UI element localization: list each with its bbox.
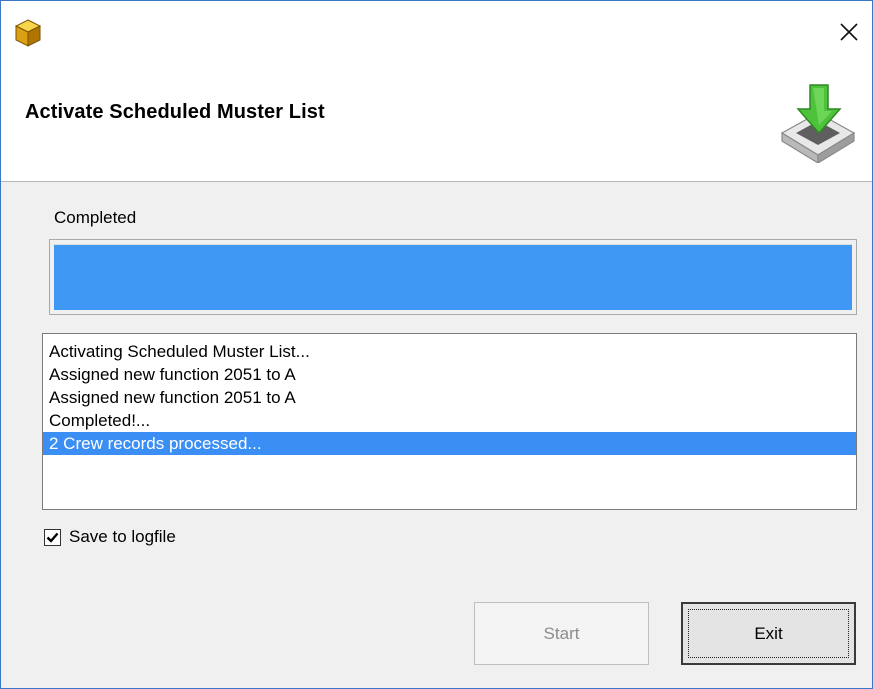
list-item[interactable]: Assigned new function 2051 to A — [43, 386, 856, 409]
list-item[interactable]: 2 Crew records processed... — [43, 432, 856, 455]
page-title: Activate Scheduled Muster List — [25, 101, 325, 123]
log-listbox[interactable]: Activating Scheduled Muster List... Assig… — [42, 333, 857, 510]
close-button[interactable] — [826, 9, 872, 55]
save-logfile-checkbox[interactable] — [44, 528, 61, 546]
status-label: Completed — [54, 208, 137, 227]
save-logfile-label: Save to logfile — [69, 527, 176, 546]
progress-bar — [49, 239, 857, 315]
save-logfile-option[interactable]: Save to logfile — [44, 525, 176, 549]
gold-cube-icon — [15, 19, 41, 47]
dialog-window: Activate Scheduled Muster List Completed… — [0, 0, 873, 689]
close-icon — [840, 23, 858, 41]
list-item[interactable]: Assigned new function 2051 to A — [43, 363, 856, 386]
checkmark-icon — [46, 532, 59, 543]
title-bar[interactable] — [1, 1, 872, 63]
download-to-tray-icon — [780, 84, 856, 163]
list-item[interactable]: Activating Scheduled Muster List... — [43, 340, 856, 363]
exit-button[interactable]: Exit — [681, 602, 856, 665]
list-item[interactable]: Completed!... — [43, 409, 856, 432]
exit-button-label: Exit — [754, 623, 783, 643]
start-button[interactable]: Start — [474, 602, 649, 665]
header-banner: Activate Scheduled Muster List — [1, 63, 872, 182]
progress-fill — [54, 245, 852, 310]
start-button-label: Start — [543, 623, 580, 643]
